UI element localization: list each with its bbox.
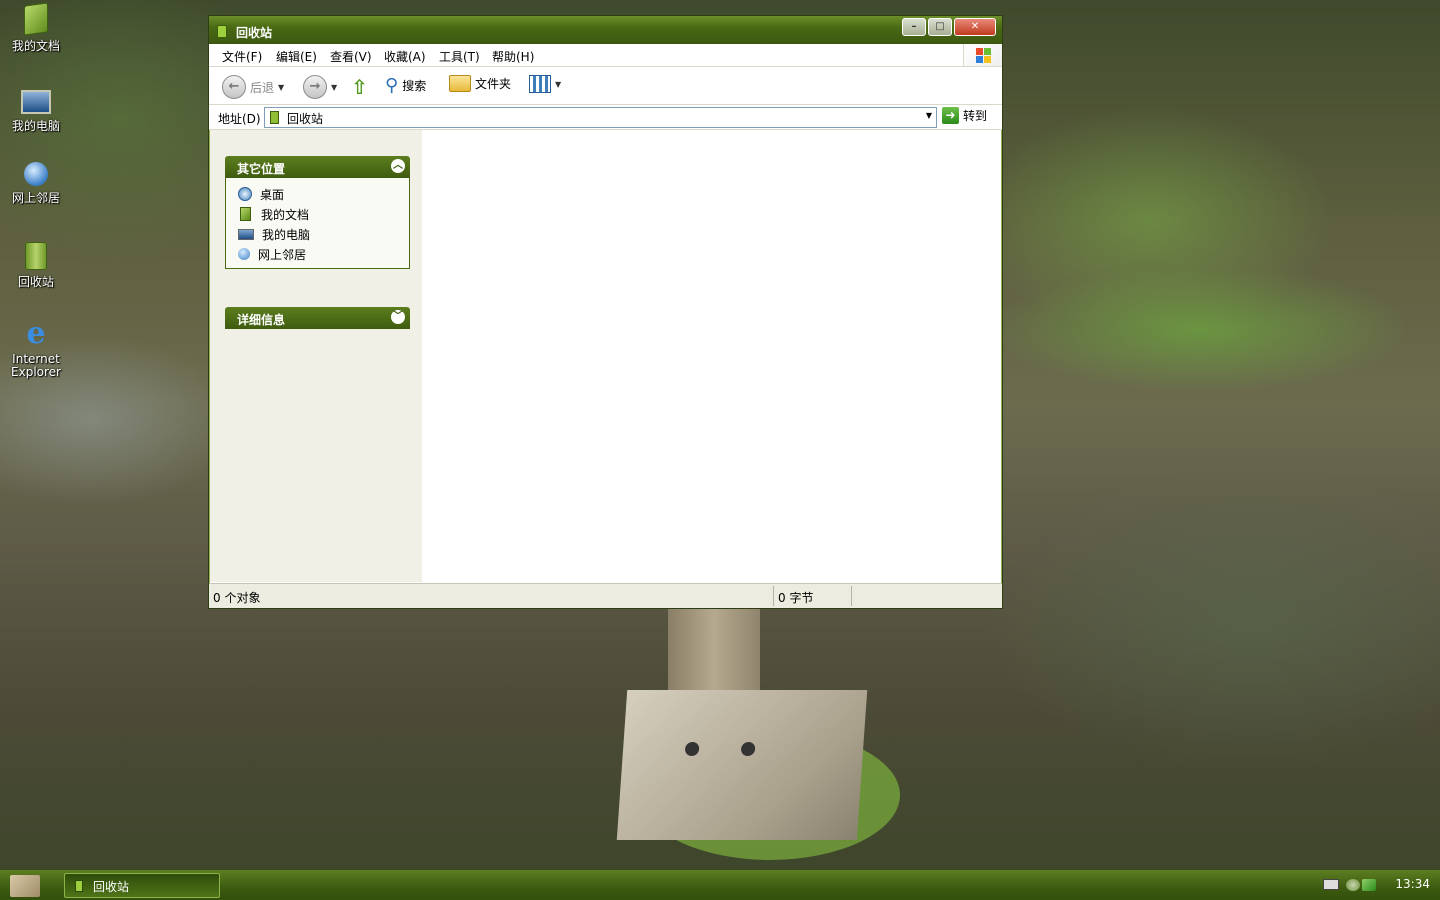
my-computer-icon: [21, 90, 51, 114]
internet-explorer-icon: e: [26, 316, 46, 351]
desktop-icon-my-computer[interactable]: 我的电脑: [4, 84, 68, 134]
window-titlebar[interactable]: 回收站 – □ ✕: [209, 16, 1002, 44]
place-link-my-documents[interactable]: 我的文档: [226, 204, 409, 224]
file-list-area[interactable]: [422, 130, 1001, 582]
views-button[interactable]: ▼: [529, 75, 561, 93]
desktop-icon-label: Internet Explorer: [11, 352, 61, 379]
folders-label: 文件夹: [475, 77, 512, 91]
clock[interactable]: 13:34: [1395, 877, 1430, 891]
chevron-down-icon: ▼: [278, 82, 285, 92]
details-header[interactable]: 详细信息 ﹀: [225, 307, 410, 329]
place-link-label: 我的电脑: [262, 227, 311, 242]
search-icon: ⚲: [385, 75, 399, 96]
back-button[interactable]: ← 后退 ▼: [222, 75, 284, 99]
maximize-button[interactable]: □: [928, 18, 952, 36]
wallpaper-figure-eye: [740, 742, 756, 756]
taskbar-button-recycle-bin[interactable]: 回收站: [64, 873, 220, 898]
minimize-button[interactable]: –: [902, 18, 926, 36]
place-link-desktop[interactable]: 桌面: [226, 184, 409, 204]
start-button[interactable]: [6, 873, 46, 898]
details-panel: 详细信息 ﹀: [225, 307, 410, 329]
other-places-panel: 其它位置 ︿ 桌面 我的文档 我的电脑 网上邻居: [225, 156, 410, 269]
search-button[interactable]: ⚲ 搜索: [385, 75, 426, 96]
network-places-icon: [24, 162, 48, 186]
go-label: 转到: [963, 109, 988, 123]
up-arrow-icon: ⇧: [351, 75, 368, 99]
status-bar: 0 个对象 0 字节: [209, 583, 1002, 608]
go-button[interactable]: ➜ 转到: [942, 107, 987, 124]
toolbar: ← 后退 ▼ → ▼ ⇧ ⚲ 搜索 文件夹 ▼: [209, 67, 1002, 105]
taskbar: 回收站 13:34: [0, 870, 1440, 900]
other-places-title: 其它位置: [237, 162, 286, 176]
desktop-icon-label: 我的电脑: [11, 119, 60, 133]
address-value: 回收站: [287, 112, 324, 126]
recycle-bin-window: 回收站 – □ ✕ 文件(F) 编辑(E) 查看(V) 收藏(A) 工具(T) …: [208, 15, 1003, 609]
desktop-icon-label: 回收站: [17, 275, 54, 289]
task-pane: 其它位置 ︿ 桌面 我的文档 我的电脑 网上邻居 详细信息 ﹀: [210, 130, 422, 582]
menu-file[interactable]: 文件(F): [222, 48, 262, 65]
forward-button[interactable]: → ▼: [303, 75, 337, 99]
taskbar-button-label: 回收站: [93, 880, 130, 894]
menu-favorites[interactable]: 收藏(A): [384, 48, 426, 65]
menu-edit[interactable]: 编辑(E): [276, 48, 317, 65]
forward-arrow-icon: →: [303, 75, 327, 99]
back-arrow-icon: ←: [222, 75, 246, 99]
desktop-icon-network-places[interactable]: 网上邻居: [4, 162, 68, 206]
address-label: 地址(D): [218, 112, 261, 126]
up-folder-button[interactable]: ⇧: [351, 75, 368, 99]
desktop-icon-label: 我的文档: [11, 39, 60, 53]
recycle-bin-icon: [217, 25, 227, 38]
place-link-my-computer[interactable]: 我的电脑: [226, 224, 409, 244]
window-title: 回收站: [236, 26, 273, 40]
chevron-down-icon[interactable]: ▼: [926, 111, 932, 120]
menu-help[interactable]: 帮助(H): [492, 48, 534, 65]
menu-tools[interactable]: 工具(T): [439, 48, 480, 65]
close-button[interactable]: ✕: [954, 18, 996, 36]
status-object-count: 0 个对象: [213, 591, 261, 605]
menu-view[interactable]: 查看(V): [330, 48, 372, 65]
views-icon: [529, 75, 551, 93]
place-link-network-places[interactable]: 网上邻居: [226, 244, 409, 264]
go-arrow-icon: ➜: [942, 107, 959, 124]
wallpaper-figure-head: [616, 690, 868, 840]
menu-bar: 文件(F) 编辑(E) 查看(V) 收藏(A) 工具(T) 帮助(H): [209, 44, 1002, 67]
other-places-header[interactable]: 其它位置 ︿: [225, 156, 410, 178]
address-bar: 地址(D) 回收站 ▼ ➜ 转到: [209, 105, 1002, 130]
chevron-up-icon[interactable]: ︿: [391, 159, 405, 173]
windows-logo-icon: [963, 44, 1002, 66]
desktop-icon-my-documents[interactable]: 我的文档: [4, 2, 68, 54]
network-places-icon: [238, 248, 250, 260]
place-link-label: 我的文档: [261, 207, 310, 222]
my-documents-icon: [240, 207, 251, 221]
wallpaper-figure-eye: [684, 742, 700, 756]
recycle-bin-icon: [270, 111, 279, 124]
chevron-down-icon: ▼: [555, 79, 562, 89]
security-tray-icon[interactable]: [1362, 879, 1376, 891]
status-size: 0 字节: [778, 591, 814, 605]
desktop-icon: [238, 187, 252, 201]
search-label: 搜索: [402, 79, 427, 93]
recycle-bin-icon: [25, 242, 47, 270]
start-box-icon: [10, 875, 40, 897]
folders-button[interactable]: 文件夹: [449, 75, 511, 92]
chevron-down-icon[interactable]: ﹀: [391, 310, 405, 324]
chevron-down-icon: ▼: [331, 82, 338, 92]
desktop-icon-recycle-bin[interactable]: 回收站: [4, 242, 68, 290]
details-title: 详细信息: [237, 313, 286, 327]
network-tray-icon[interactable]: [1346, 879, 1360, 891]
place-link-label: 网上邻居: [258, 247, 307, 262]
my-computer-icon: [238, 228, 254, 240]
recycle-bin-icon: [75, 880, 83, 892]
back-label: 后退: [250, 80, 275, 95]
keyboard-tray-icon[interactable]: [1323, 879, 1339, 890]
my-documents-icon: [24, 2, 48, 36]
desktop-icon-label: 网上邻居: [11, 191, 60, 205]
place-link-label: 桌面: [260, 187, 285, 202]
desktop-icon-internet-explorer[interactable]: e Internet Explorer: [4, 318, 68, 379]
folder-icon: [449, 75, 471, 92]
address-input[interactable]: 回收站 ▼: [264, 107, 937, 128]
